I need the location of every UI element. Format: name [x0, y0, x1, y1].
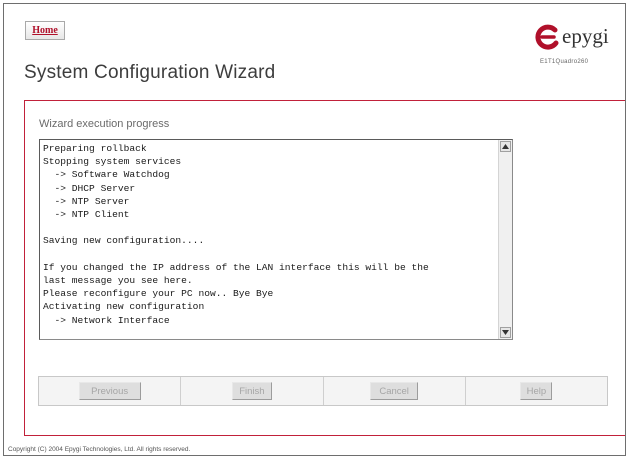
scroll-up-button[interactable]	[500, 141, 511, 152]
button-cell-help: Help	[466, 377, 607, 405]
progress-log[interactable]: Preparing rollback Stopping system servi…	[39, 139, 513, 340]
logo-wordmark: epygi	[562, 24, 609, 48]
epygi-logo-icon	[535, 24, 559, 50]
model-name: E1T1Quadro260	[540, 59, 589, 65]
log-scrollbar[interactable]	[498, 140, 512, 339]
previous-button[interactable]: Previous	[78, 382, 141, 400]
finish-button[interactable]: Finish	[231, 382, 272, 400]
home-link[interactable]: Home	[25, 21, 65, 40]
button-cell-cancel: Cancel	[324, 377, 466, 405]
arrow-up-icon	[502, 144, 509, 149]
arrow-down-icon	[502, 330, 509, 335]
progress-log-text: Preparing rollback Stopping system servi…	[43, 143, 429, 326]
button-cell-previous: Previous	[39, 377, 182, 405]
progress-label: Wizard execution progress	[39, 118, 170, 130]
wizard-button-bar: Previous Finish Cancel Help	[38, 376, 608, 406]
button-cell-finish: Finish	[181, 377, 324, 405]
scroll-down-button[interactable]	[500, 327, 511, 338]
copyright-footer: Copyright (C) 2004 Epygi Technologies, L…	[8, 446, 191, 453]
epygi-logo: epygi	[534, 24, 622, 50]
page-title: System Configuration Wizard	[24, 62, 276, 83]
help-button[interactable]: Help	[520, 382, 553, 400]
cancel-button[interactable]: Cancel	[370, 382, 419, 400]
